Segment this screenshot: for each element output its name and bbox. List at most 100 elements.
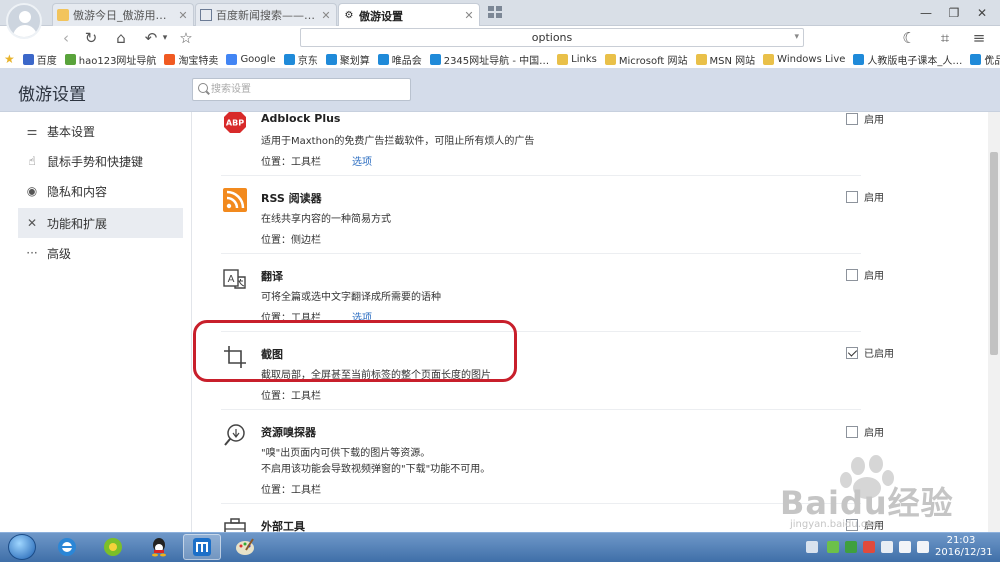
svg-text:A: A <box>228 274 235 285</box>
night-mode-icon[interactable]: ☾ <box>898 28 920 48</box>
tray-qq-icon[interactable] <box>863 541 875 553</box>
taskbar-qq-icon[interactable] <box>140 534 178 560</box>
sidebar-item-extensions[interactable]: ✕ 功能和扩展 <box>18 208 183 238</box>
taskbar-clock[interactable]: 21:03 2016/12/31 <box>935 535 993 559</box>
close-window-button[interactable]: ✕ <box>968 4 996 22</box>
bookmark-links[interactable]: Links <box>557 53 597 65</box>
hand-pointer-icon: ☝ <box>28 154 36 168</box>
tab-title: 傲游设置 <box>359 9 403 23</box>
extension-name: 翻译 <box>261 270 283 283</box>
tab-grid-icon[interactable] <box>488 6 502 18</box>
chevron-down-icon[interactable]: ▾ <box>794 29 799 46</box>
tab-title: 百度新闻搜索——全球最… <box>216 9 320 22</box>
bookmark-taobao[interactable]: 淘宝特卖 <box>164 52 218 67</box>
divider <box>221 253 861 254</box>
checkbox[interactable] <box>846 190 858 203</box>
close-icon[interactable]: ✕ <box>177 9 189 22</box>
taskbar-maxthon-icon[interactable] <box>183 534 221 560</box>
extension-options-link[interactable]: 选项 <box>352 153 372 168</box>
tab-settings[interactable]: ⚙ 傲游设置 ✕ <box>338 3 480 27</box>
tray-shield-icon[interactable] <box>845 541 857 553</box>
checkbox-label: 启用 <box>864 115 884 126</box>
extension-name: 外部工具 <box>261 520 305 532</box>
favorite-star-icon[interactable]: ☆ <box>175 28 197 48</box>
minimize-button[interactable]: — <box>912 4 940 22</box>
taskbar-app-green-icon[interactable] <box>94 534 132 560</box>
sidebar-item-privacy[interactable]: ◉ 隐私和内容 <box>18 176 183 206</box>
extension-location: 位置：工具栏 <box>261 157 321 168</box>
taskbar-paint-icon[interactable] <box>226 534 264 560</box>
extension-options-link[interactable]: 选项 <box>352 309 372 324</box>
ie-icon <box>853 53 865 65</box>
bookmark-google[interactable]: Google <box>226 53 276 65</box>
bookmark-msn[interactable]: MSN 网站 <box>695 52 755 67</box>
extension-description-note: 不启用该功能会导致视频弹窗的"下载"功能不可用。 <box>261 464 491 475</box>
close-icon[interactable]: ✕ <box>320 9 332 22</box>
tray-keyboard-icon[interactable] <box>806 541 818 553</box>
paw-icon <box>22 53 34 65</box>
bookmark-microsoft[interactable]: Microsoft 网站 <box>604 52 688 67</box>
crop-icon <box>223 345 247 369</box>
screenshot-tool-icon[interactable]: ⌗ <box>934 28 956 48</box>
extension-enable-toggle[interactable]: 启用 <box>846 112 884 126</box>
divider <box>221 409 861 410</box>
extension-enable-toggle[interactable]: 启用 <box>846 189 884 204</box>
tray-volume-icon[interactable] <box>917 541 929 553</box>
close-icon[interactable]: ✕ <box>463 9 475 22</box>
divider <box>221 331 861 332</box>
adblock-logo-text: ABP <box>226 119 244 128</box>
main-menu-icon[interactable]: ≡ <box>968 28 990 48</box>
extension-enable-toggle[interactable]: 已启用 <box>846 345 894 360</box>
extension-location: 位置：侧边栏 <box>261 235 321 246</box>
undo-dropdown-icon[interactable]: ▾ <box>154 28 176 48</box>
extension-name: Adblock Plus <box>261 112 341 125</box>
bookmark-windows-live[interactable]: Windows Live <box>763 53 845 65</box>
checkbox[interactable] <box>846 346 858 359</box>
checkbox-label: 启用 <box>864 428 884 439</box>
extension-location: 位置：工具栏 <box>261 391 321 402</box>
reload-button[interactable]: ↻ <box>80 28 102 48</box>
extension-description: 适用于Maxthon的免费广告拦截软件，可阻止所有烦人的广告 <box>261 136 535 147</box>
clock-time: 21:03 <box>946 535 976 546</box>
extension-name: 资源嗅探器 <box>261 426 316 439</box>
folder-icon <box>763 53 775 65</box>
checkbox[interactable] <box>846 112 858 125</box>
bookmark-juhuasuan[interactable]: 聚划算 <box>325 52 370 67</box>
sidebar-item-advanced[interactable]: ··· 高级 <box>18 238 183 268</box>
extension-location: 位置：工具栏 <box>261 485 321 496</box>
extension-enable-toggle[interactable]: 启用 <box>846 424 884 439</box>
bookmark-baidu[interactable]: 百度 <box>22 52 57 67</box>
taskbar-ie-icon[interactable] <box>48 534 86 560</box>
windows-start-button[interactable] <box>8 534 36 560</box>
home-button[interactable]: ⌂ <box>110 28 132 48</box>
bookmark-hao123[interactable]: hao123网址导航 <box>64 52 156 67</box>
more-dots-icon: ··· <box>26 246 38 260</box>
tab-baidu-news[interactable]: 百度新闻搜索——全球最… ✕ <box>195 3 337 26</box>
checkbox-label: 已启用 <box>864 349 894 360</box>
back-button[interactable]: ‹ <box>55 28 77 48</box>
bookmark-2345[interactable]: 2345网址导航 - 中国… <box>429 52 549 67</box>
checkbox[interactable] <box>846 268 858 281</box>
ie-icon <box>429 53 441 65</box>
user-avatar[interactable] <box>6 3 42 39</box>
bookmark-jd[interactable]: 京东 <box>283 52 318 67</box>
extension-description: 在线共享内容的一种简易方式 <box>261 214 391 225</box>
checkbox[interactable] <box>846 425 858 438</box>
tray-app-icon[interactable] <box>827 541 839 553</box>
tab-maxthon-today[interactable]: 傲游今日_傲游用户专属… ✕ <box>52 3 194 26</box>
gear-icon: ⚙ <box>344 10 354 21</box>
bookmark-vip[interactable]: 唯品会 <box>377 52 422 67</box>
bookmark-pep-textbook[interactable]: 人教版电子课本_人… <box>853 52 962 67</box>
address-bar[interactable]: options ▾ <box>300 28 804 47</box>
sidebar-item-gestures[interactable]: ☝ 鼠标手势和快捷键 <box>18 146 183 176</box>
bookmarks-star-icon[interactable]: ★ <box>4 52 15 66</box>
search-input[interactable] <box>192 78 411 101</box>
tray-flag-icon[interactable] <box>881 541 893 553</box>
scrollbar-thumb[interactable] <box>990 152 998 355</box>
restore-button[interactable]: ❐ <box>940 4 968 22</box>
tray-network-icon[interactable] <box>899 541 911 553</box>
sidebar-item-basic[interactable]: ⚌ 基本设置 <box>18 116 183 146</box>
extension-enable-toggle[interactable]: 启用 <box>846 267 884 282</box>
bookmarks-overflow-icon[interactable]: » <box>986 52 992 63</box>
sidebar-item-label: 隐私和内容 <box>47 184 108 199</box>
